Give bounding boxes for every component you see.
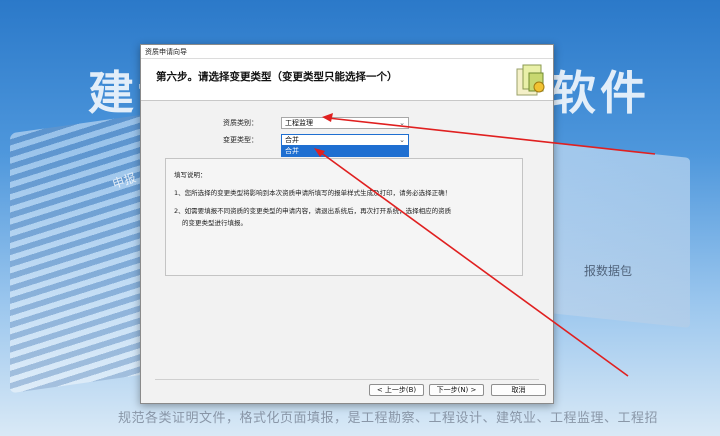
category-select[interactable]: 工程监理 ⌄ bbox=[281, 117, 409, 129]
footer-divider bbox=[155, 379, 539, 380]
change-type-dropdown: 合并 bbox=[281, 146, 409, 157]
wizard-logo-icon bbox=[516, 64, 545, 96]
background-side-label: 报数据包 bbox=[583, 264, 632, 278]
instruction-item-2-line-2: 的变更类型进行填报。 bbox=[182, 219, 247, 227]
background-documents-illustration bbox=[540, 142, 690, 328]
previous-button[interactable]: < 上一步(B) bbox=[369, 384, 424, 396]
cancel-button[interactable]: 取消 bbox=[491, 384, 546, 396]
background-title-right: 软件 bbox=[550, 66, 650, 120]
category-label: 资质类别： bbox=[223, 119, 258, 127]
dropdown-option-merge[interactable]: 合并 bbox=[282, 147, 408, 156]
change-type-label: 变更类型： bbox=[223, 136, 258, 144]
wizard-dialog: 资质申请向导 第六步。请选择变更类型（变更类型只能选择一个） 资质类别： 工程监… bbox=[140, 44, 554, 404]
next-button[interactable]: 下一步(N) > bbox=[429, 384, 484, 396]
background-bottom-text: 规范各类证明文件，格式化页面填报，是工程勘察、工程设计、建筑业、工程监理、工程招 bbox=[118, 411, 659, 426]
category-row: 资质类别： 工程监理 ⌄ bbox=[223, 117, 409, 129]
chevron-down-icon: ⌄ bbox=[399, 136, 405, 144]
instructions-heading: 填写说明： bbox=[174, 171, 207, 179]
wizard-header: 第六步。请选择变更类型（变更类型只能选择一个） bbox=[141, 59, 553, 101]
instruction-item-1: 1、您所选择的变更类型将影响到本次资质申请所填写的报单样式生成及打印，请务必选择… bbox=[174, 189, 452, 197]
chevron-down-icon: ⌄ bbox=[399, 119, 405, 127]
step-title: 第六步。请选择变更类型（变更类型只能选择一个） bbox=[156, 71, 398, 83]
change-type-select[interactable]: 合并 ⌄ bbox=[281, 134, 409, 146]
change-type-row: 变更类型： 合并 ⌄ bbox=[223, 134, 409, 146]
instructions-box: 填写说明： 1、您所选择的变更类型将影响到本次资质申请所填写的报单样式生成及打印… bbox=[165, 158, 523, 276]
window-title: 资质申请向导 bbox=[141, 45, 553, 59]
change-type-select-value: 合并 bbox=[285, 136, 299, 144]
category-select-value: 工程监理 bbox=[285, 119, 313, 127]
instruction-item-2-line-1: 2、如需要填报不同资质的变更类型的申请内容，请退出系统后，再次打开系统，选择相应… bbox=[174, 207, 452, 215]
